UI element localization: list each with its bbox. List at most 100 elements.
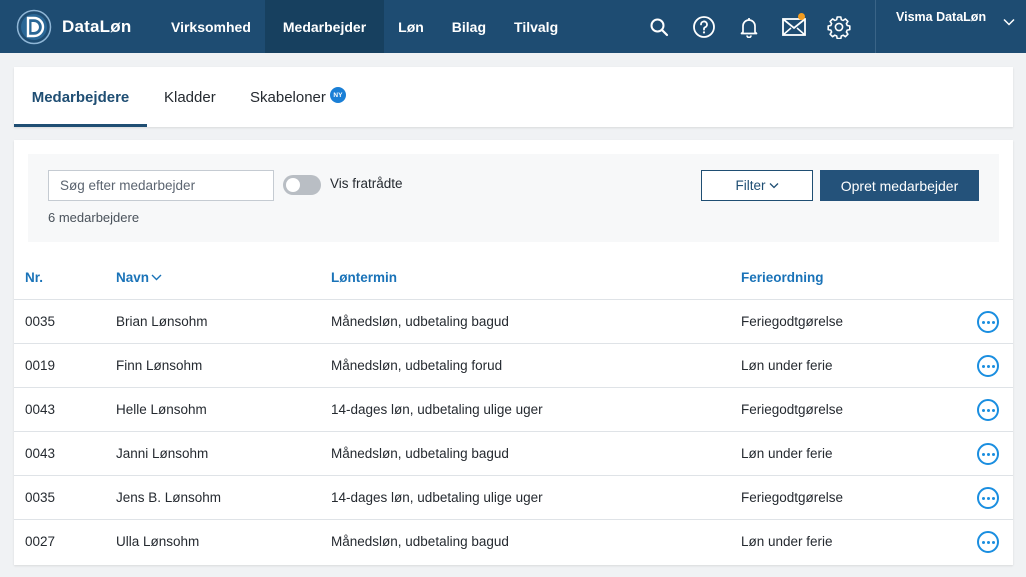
more-icon bbox=[986, 452, 990, 456]
more-icon bbox=[981, 452, 985, 456]
more-icon bbox=[981, 320, 985, 324]
row-actions-button[interactable] bbox=[977, 355, 999, 377]
column-header-lontermin[interactable]: Løntermin bbox=[331, 270, 397, 285]
cell-lontermin: 14-dages løn, udbetaling ulige uger bbox=[331, 490, 543, 505]
mail-icon bbox=[781, 17, 806, 36]
tab-skabeloner[interactable]: Skabeloner NY bbox=[250, 67, 346, 127]
account-name: Visma DataLøn bbox=[896, 10, 987, 24]
table-row[interactable]: 0035 Jens B. Lønsohm 14-dages løn, udbet… bbox=[14, 476, 1013, 520]
row-actions-button[interactable] bbox=[977, 443, 999, 465]
cell-ferieordning: Feriegodtgørelse bbox=[741, 314, 844, 329]
more-icon bbox=[981, 496, 985, 500]
cell-ferieordning: Løn under ferie bbox=[741, 358, 833, 373]
bell-icon bbox=[740, 17, 757, 38]
nav-item-virksomhed[interactable]: Virksomhed bbox=[157, 0, 265, 53]
sort-chevron-down-icon bbox=[151, 274, 162, 281]
employee-count: 6 medarbejdere bbox=[48, 210, 140, 225]
cell-ferieordning: Feriegodtgørelse bbox=[741, 490, 844, 505]
search-button[interactable] bbox=[636, 0, 681, 53]
app-logo[interactable]: DataLøn bbox=[16, 9, 131, 45]
table-row[interactable]: 0043 Janni Lønsohm Månedsløn, udbetaling… bbox=[14, 432, 1013, 476]
table-row[interactable]: 0027 Ulla Lønsohm Månedsløn, udbetaling … bbox=[14, 520, 1013, 564]
more-icon bbox=[986, 496, 990, 500]
cell-navn: Helle Lønsohm bbox=[116, 402, 207, 417]
mail-notification-dot bbox=[798, 13, 805, 20]
notifications-button[interactable] bbox=[726, 0, 771, 53]
nav-item-lon[interactable]: Løn bbox=[384, 0, 438, 53]
filter-label: Filter bbox=[735, 178, 766, 193]
new-badge: NY bbox=[329, 87, 346, 103]
settings-button[interactable] bbox=[816, 0, 861, 53]
cell-navn: Brian Lønsohm bbox=[116, 314, 208, 329]
more-icon bbox=[986, 364, 990, 368]
nav-item-bilag[interactable]: Bilag bbox=[438, 0, 500, 53]
more-icon bbox=[981, 408, 985, 412]
toggle-knob bbox=[286, 178, 300, 192]
cell-navn: Ulla Lønsohm bbox=[116, 534, 200, 549]
cell-lontermin: Månedsløn, udbetaling bagud bbox=[331, 446, 509, 461]
cell-nr: 0019 bbox=[25, 358, 56, 373]
more-icon bbox=[991, 452, 995, 456]
table-row[interactable]: 0019 Finn Lønsohm Månedsløn, udbetaling … bbox=[14, 344, 1013, 388]
row-actions-button[interactable] bbox=[977, 311, 999, 333]
gear-icon bbox=[826, 15, 851, 39]
more-icon bbox=[986, 540, 990, 544]
cell-nr: 0043 bbox=[25, 402, 56, 417]
active-tab-indicator bbox=[14, 124, 147, 127]
more-icon bbox=[991, 408, 995, 412]
cell-nr: 0043 bbox=[25, 446, 56, 461]
cell-lontermin: 14-dages løn, udbetaling ulige uger bbox=[331, 402, 543, 417]
help-button[interactable] bbox=[681, 0, 726, 53]
table-row[interactable]: 0043 Helle Lønsohm 14-dages løn, udbetal… bbox=[14, 388, 1013, 432]
create-employee-button[interactable]: Opret medarbejder bbox=[820, 170, 979, 201]
cell-navn: Jens B. Lønsohm bbox=[116, 490, 222, 505]
filter-button[interactable]: Filter bbox=[701, 170, 813, 201]
app-title: DataLøn bbox=[62, 17, 132, 36]
main-nav: Virksomhed Medarbejder Løn Bilag Tilvalg bbox=[157, 0, 572, 53]
cell-nr: 0035 bbox=[25, 314, 56, 329]
column-header-ferieordning[interactable]: Ferieordning bbox=[741, 270, 824, 285]
cell-lontermin: Månedsløn, udbetaling bagud bbox=[331, 534, 509, 549]
tab-medarbejdere[interactable]: Medarbejdere bbox=[14, 67, 147, 127]
column-header-navn[interactable]: Navn bbox=[116, 270, 162, 285]
help-icon bbox=[692, 15, 715, 38]
tab-kladder[interactable]: Kladder bbox=[164, 67, 216, 127]
more-icon bbox=[981, 364, 985, 368]
cell-ferieordning: Løn under ferie bbox=[741, 534, 833, 549]
messages-button[interactable] bbox=[771, 0, 816, 53]
show-resigned-toggle[interactable] bbox=[283, 175, 321, 195]
employee-list-card: Vis fratrådte 6 medarbejdere Filter Opre… bbox=[14, 140, 1013, 565]
more-icon bbox=[991, 320, 995, 324]
top-icon-group bbox=[636, 0, 861, 53]
cell-ferieordning: Feriegodtgørelse bbox=[741, 402, 844, 417]
nav-item-medarbejder[interactable]: Medarbejder bbox=[264, 0, 385, 53]
tabs-card: Medarbejdere Kladder Skabeloner NY bbox=[14, 67, 1013, 127]
more-icon bbox=[986, 408, 990, 412]
cell-ferieordning: Løn under ferie bbox=[741, 446, 833, 461]
column-header-label: Navn bbox=[116, 270, 150, 285]
cell-navn: Finn Lønsohm bbox=[116, 358, 203, 373]
column-header-nr[interactable]: Nr. bbox=[25, 270, 43, 285]
chevron-down-icon bbox=[1003, 18, 1015, 26]
table-row[interactable]: 0035 Brian Lønsohm Månedsløn, udbetaling… bbox=[14, 300, 1013, 344]
tab-label: Kladder bbox=[164, 88, 216, 106]
datalon-logo-icon bbox=[16, 9, 52, 45]
show-resigned-label: Vis fratrådte bbox=[330, 176, 403, 191]
nav-item-tilvalg[interactable]: Tilvalg bbox=[500, 0, 572, 53]
more-icon bbox=[991, 496, 995, 500]
account-menu[interactable]: Visma DataLøn bbox=[875, 0, 1026, 53]
search-input[interactable] bbox=[48, 170, 274, 201]
row-actions-button[interactable] bbox=[977, 531, 999, 553]
more-icon bbox=[991, 364, 995, 368]
cell-nr: 0035 bbox=[25, 490, 56, 505]
tab-label: Medarbejdere bbox=[31, 88, 130, 106]
cell-nr: 0027 bbox=[25, 534, 56, 549]
cell-lontermin: Månedsløn, udbetaling bagud bbox=[331, 314, 509, 329]
more-icon bbox=[986, 320, 990, 324]
row-actions-button[interactable] bbox=[977, 487, 999, 509]
row-actions-button[interactable] bbox=[977, 399, 999, 421]
list-toolbar: Vis fratrådte 6 medarbejdere Filter Opre… bbox=[28, 154, 999, 242]
cell-lontermin: Månedsløn, udbetaling forud bbox=[331, 358, 503, 373]
search-icon bbox=[650, 18, 668, 36]
more-icon bbox=[981, 540, 985, 544]
